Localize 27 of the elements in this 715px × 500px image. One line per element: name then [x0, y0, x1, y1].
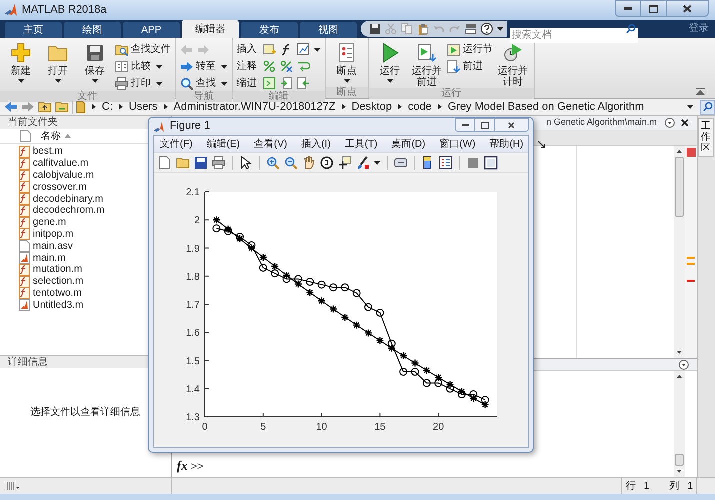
tick-label: 15	[374, 422, 386, 433]
tick-label: 1.7	[186, 300, 200, 311]
group-label: 文件	[0, 91, 175, 102]
group-label: 断点	[326, 87, 368, 98]
tick-label: 1.9	[186, 244, 200, 255]
tick-label: 0	[202, 422, 208, 433]
details-message: 选择文件以查看详细信息	[30, 406, 140, 420]
tick-label: 2	[194, 216, 200, 227]
tick-label: 5	[260, 422, 266, 433]
tick-label: 1.5	[186, 356, 200, 368]
group-label: 运行	[369, 88, 534, 99]
command-prompt: >>	[190, 460, 204, 474]
row-label: 注释	[237, 60, 258, 74]
cursor-position: 行 1 列 1	[621, 478, 697, 494]
tick-label: 1.8	[186, 272, 200, 283]
tick-label: 1.4	[186, 384, 200, 396]
window-title: Figure 1	[170, 119, 210, 134]
tick-label: 1.3	[186, 412, 200, 424]
tick-label: 10	[316, 422, 328, 433]
row-label: 缩进	[237, 76, 258, 91]
group-label: 编辑	[233, 91, 325, 102]
tick-label: 1.6	[186, 328, 200, 340]
window-title: MATLAB R2018a	[22, 2, 107, 18]
tick-label: 20	[433, 422, 444, 433]
tick-label: 2.1	[186, 188, 200, 198]
group-label: 导航	[176, 91, 232, 102]
row-label: 插入	[237, 42, 258, 57]
